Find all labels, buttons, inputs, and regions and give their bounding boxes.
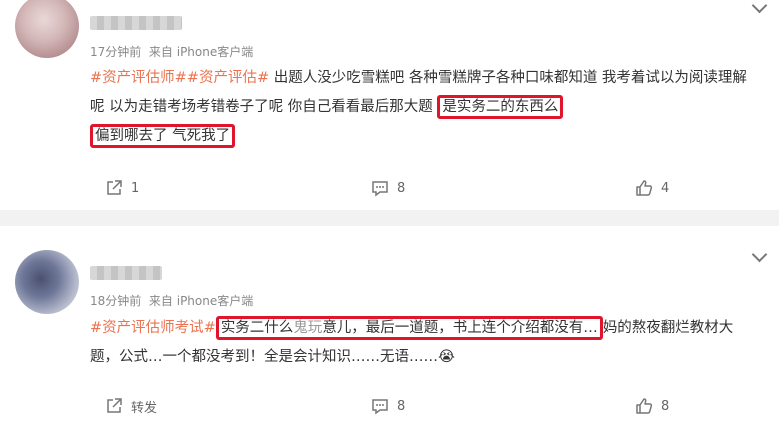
share-icon bbox=[107, 398, 122, 413]
timestamp: 17分钟前 bbox=[90, 45, 142, 59]
crying-emoji: 😭 bbox=[438, 349, 455, 365]
share-button[interactable]: 1 bbox=[105, 178, 139, 198]
comment-icon bbox=[372, 181, 388, 197]
username-obscured[interactable] bbox=[90, 266, 162, 280]
chevron-down-icon[interactable] bbox=[751, 246, 768, 263]
comment-card-1: 17分钟前 来自 iPhone客户端 #资产评估师##资产评估# 出题人没少吃雪… bbox=[0, 0, 779, 210]
hashtag-link[interactable]: #资产评估师考试# bbox=[90, 320, 216, 336]
avatar[interactable] bbox=[15, 0, 79, 58]
share-label: 转发 bbox=[131, 400, 158, 416]
thumbs-up-icon bbox=[636, 180, 653, 196]
comment-text: #资产评估师考试# 实务二什么鬼玩意儿，最后一道题，书上连个介绍都没有… 妈的熬夜翻… bbox=[90, 314, 760, 372]
comment-card-2: 18分钟前 来自 iPhone客户端 #资产评估师考试# 实务二什么鬼玩意儿，最后… bbox=[0, 226, 779, 432]
share-count: 1 bbox=[131, 180, 140, 196]
source-client: 来自 iPhone客户端 bbox=[148, 45, 254, 59]
comment-count: 8 bbox=[397, 398, 406, 414]
comment-count: 8 bbox=[397, 180, 406, 196]
like-count: 4 bbox=[661, 180, 670, 196]
highlighted-text: 偏到哪去了 气死我了 bbox=[90, 124, 236, 148]
like-button[interactable]: 4 bbox=[635, 178, 669, 198]
hashtag-link[interactable]: #资产评估师##资产评估# bbox=[90, 70, 269, 86]
action-bar: 转发 8 8 bbox=[0, 396, 779, 416]
thumbs-up-icon bbox=[636, 398, 653, 414]
comment-button[interactable]: 8 bbox=[371, 396, 405, 416]
chevron-down-icon[interactable] bbox=[751, 0, 768, 14]
highlighted-text: 实务二什么鬼玩意儿，最后一道题，书上连个介绍都没有… bbox=[215, 316, 603, 340]
share-button[interactable]: 转发 bbox=[105, 396, 157, 416]
comment-text: #资产评估师##资产评估# 出题人没少吃雪糕吧 各种雪糕牌子各种口味都知道 我考… bbox=[90, 64, 760, 151]
like-count: 8 bbox=[661, 398, 670, 414]
source-client: 来自 iPhone客户端 bbox=[148, 294, 254, 308]
obscured-text: 鬼玩 bbox=[293, 320, 323, 336]
share-icon bbox=[107, 180, 122, 195]
highlight-part: 实务二什么 bbox=[220, 320, 294, 336]
timestamp: 18分钟前 bbox=[90, 294, 142, 308]
comment-meta: 18分钟前 来自 iPhone客户端 bbox=[90, 292, 253, 309]
like-button[interactable]: 8 bbox=[635, 396, 669, 416]
username-obscured[interactable] bbox=[90, 16, 182, 30]
comment-icon bbox=[372, 399, 388, 415]
comment-button[interactable]: 8 bbox=[371, 178, 405, 198]
highlighted-text: 是实务二的东西么 bbox=[437, 95, 564, 119]
action-bar: 1 8 4 bbox=[0, 178, 779, 198]
comment-meta: 17分钟前 来自 iPhone客户端 bbox=[90, 43, 253, 60]
avatar[interactable] bbox=[15, 250, 79, 314]
highlight-part: 意儿，最后一道题，书上连个介绍都没有… bbox=[322, 320, 598, 336]
